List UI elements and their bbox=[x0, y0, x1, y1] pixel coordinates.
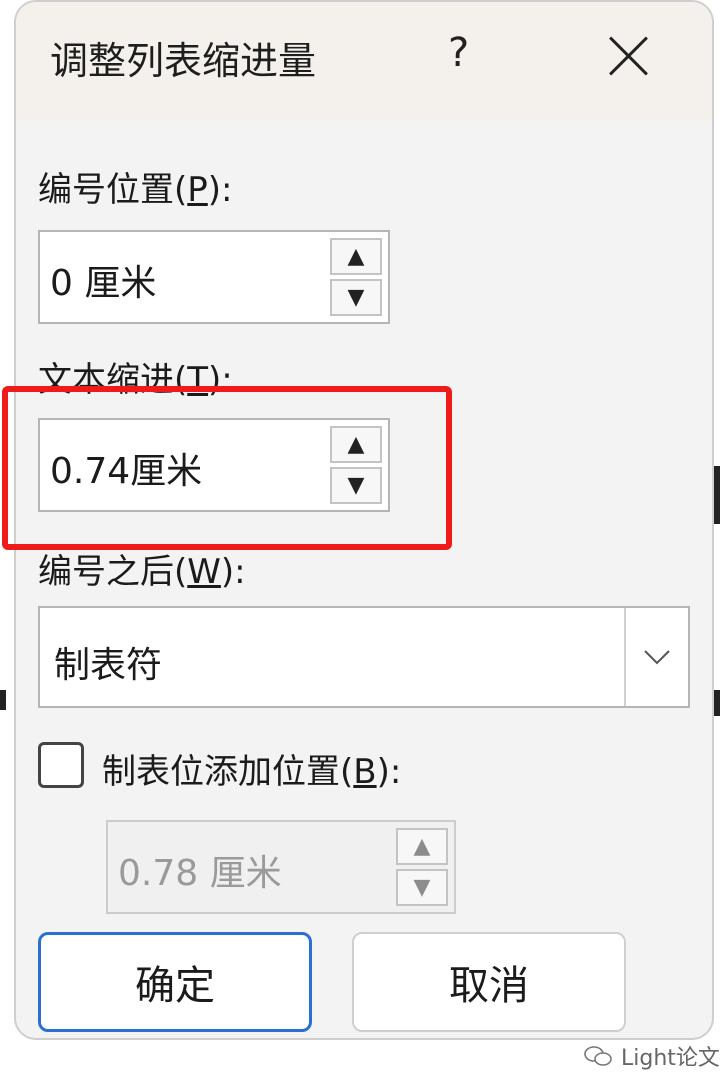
background-text-fragment bbox=[0, 690, 6, 710]
highlight-box bbox=[2, 386, 452, 550]
arrow-down-icon[interactable]: ▼ bbox=[396, 869, 448, 906]
arrow-up-icon[interactable]: ▲ bbox=[330, 238, 382, 275]
tab-stop-checkbox[interactable] bbox=[38, 742, 84, 788]
number-position-spinner[interactable]: 0 厘米 ▲ ▼ bbox=[38, 230, 390, 324]
number-position-label: 编号位置(P): bbox=[38, 170, 233, 210]
follow-number-select[interactable]: 制表符 bbox=[38, 606, 690, 708]
chevron-down-icon[interactable] bbox=[624, 608, 688, 706]
tab-stop-label: 制表位添加位置(B): bbox=[102, 752, 402, 792]
follow-number-value: 制表符 bbox=[54, 645, 163, 686]
title-bar: 调整列表缩进量 ? bbox=[16, 2, 712, 120]
close-icon[interactable] bbox=[600, 28, 656, 84]
arrow-down-icon[interactable]: ▼ bbox=[330, 279, 382, 316]
wechat-icon bbox=[584, 1046, 612, 1066]
watermark: Light论文 bbox=[583, 1040, 720, 1072]
watermark-text: Light论文 bbox=[621, 1046, 720, 1071]
tab-stop-spinner[interactable]: 0.78 厘米 ▲ ▼ bbox=[106, 820, 456, 914]
background-text-fragment bbox=[714, 466, 720, 524]
arrow-up-icon[interactable]: ▲ bbox=[396, 828, 448, 865]
help-button[interactable]: ? bbox=[448, 30, 469, 76]
number-position-value[interactable]: 0 厘米 bbox=[50, 254, 156, 306]
dialog-title: 调整列表缩进量 bbox=[50, 39, 317, 83]
follow-number-label: 编号之后(W): bbox=[38, 552, 246, 592]
cancel-button[interactable]: 取消 bbox=[352, 932, 626, 1032]
tab-stop-value[interactable]: 0.78 厘米 bbox=[118, 844, 282, 896]
ok-button[interactable]: 确定 bbox=[38, 932, 312, 1032]
